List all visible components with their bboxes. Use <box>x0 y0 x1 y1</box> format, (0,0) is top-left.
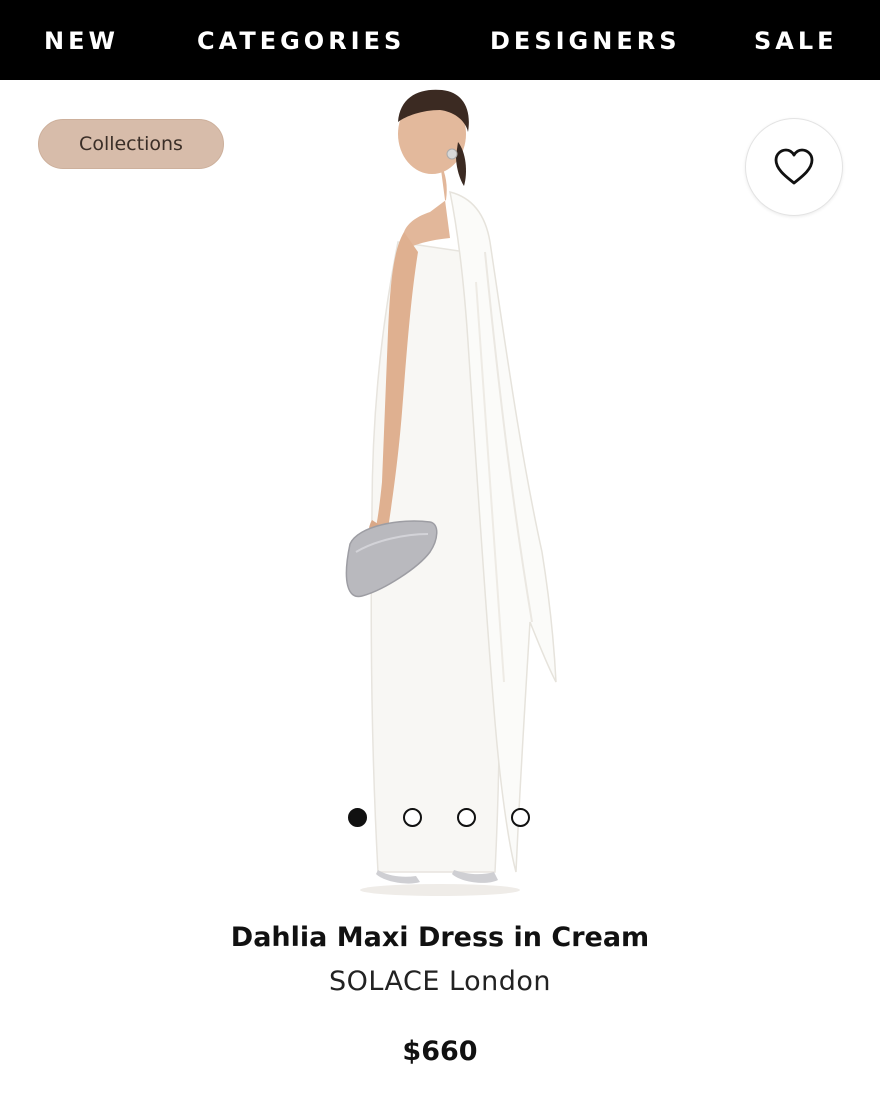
product-brand[interactable]: SOLACE London <box>0 966 880 997</box>
carousel-dot-4[interactable] <box>511 808 530 827</box>
nav-item-new[interactable]: NEW <box>44 24 119 58</box>
product-title[interactable]: Dahlia Maxi Dress in Cream <box>0 922 880 953</box>
top-navigation: NEW CATEGORIES DESIGNERS SALE <box>0 0 880 80</box>
heart-icon <box>772 147 816 187</box>
nav-item-sale[interactable]: SALE <box>754 24 838 58</box>
nav-item-categories[interactable]: CATEGORIES <box>197 24 405 58</box>
carousel-dot-2[interactable] <box>403 808 422 827</box>
product-image[interactable] <box>280 82 600 904</box>
collections-chip[interactable]: Collections <box>38 119 224 169</box>
carousel-dot-3[interactable] <box>457 808 476 827</box>
carousel-dot-1[interactable] <box>348 808 367 827</box>
image-carousel-dots <box>348 808 538 828</box>
favorite-button[interactable] <box>745 118 843 216</box>
nav-item-designers[interactable]: DESIGNERS <box>490 24 680 58</box>
product-price: $660 <box>402 1036 478 1067</box>
